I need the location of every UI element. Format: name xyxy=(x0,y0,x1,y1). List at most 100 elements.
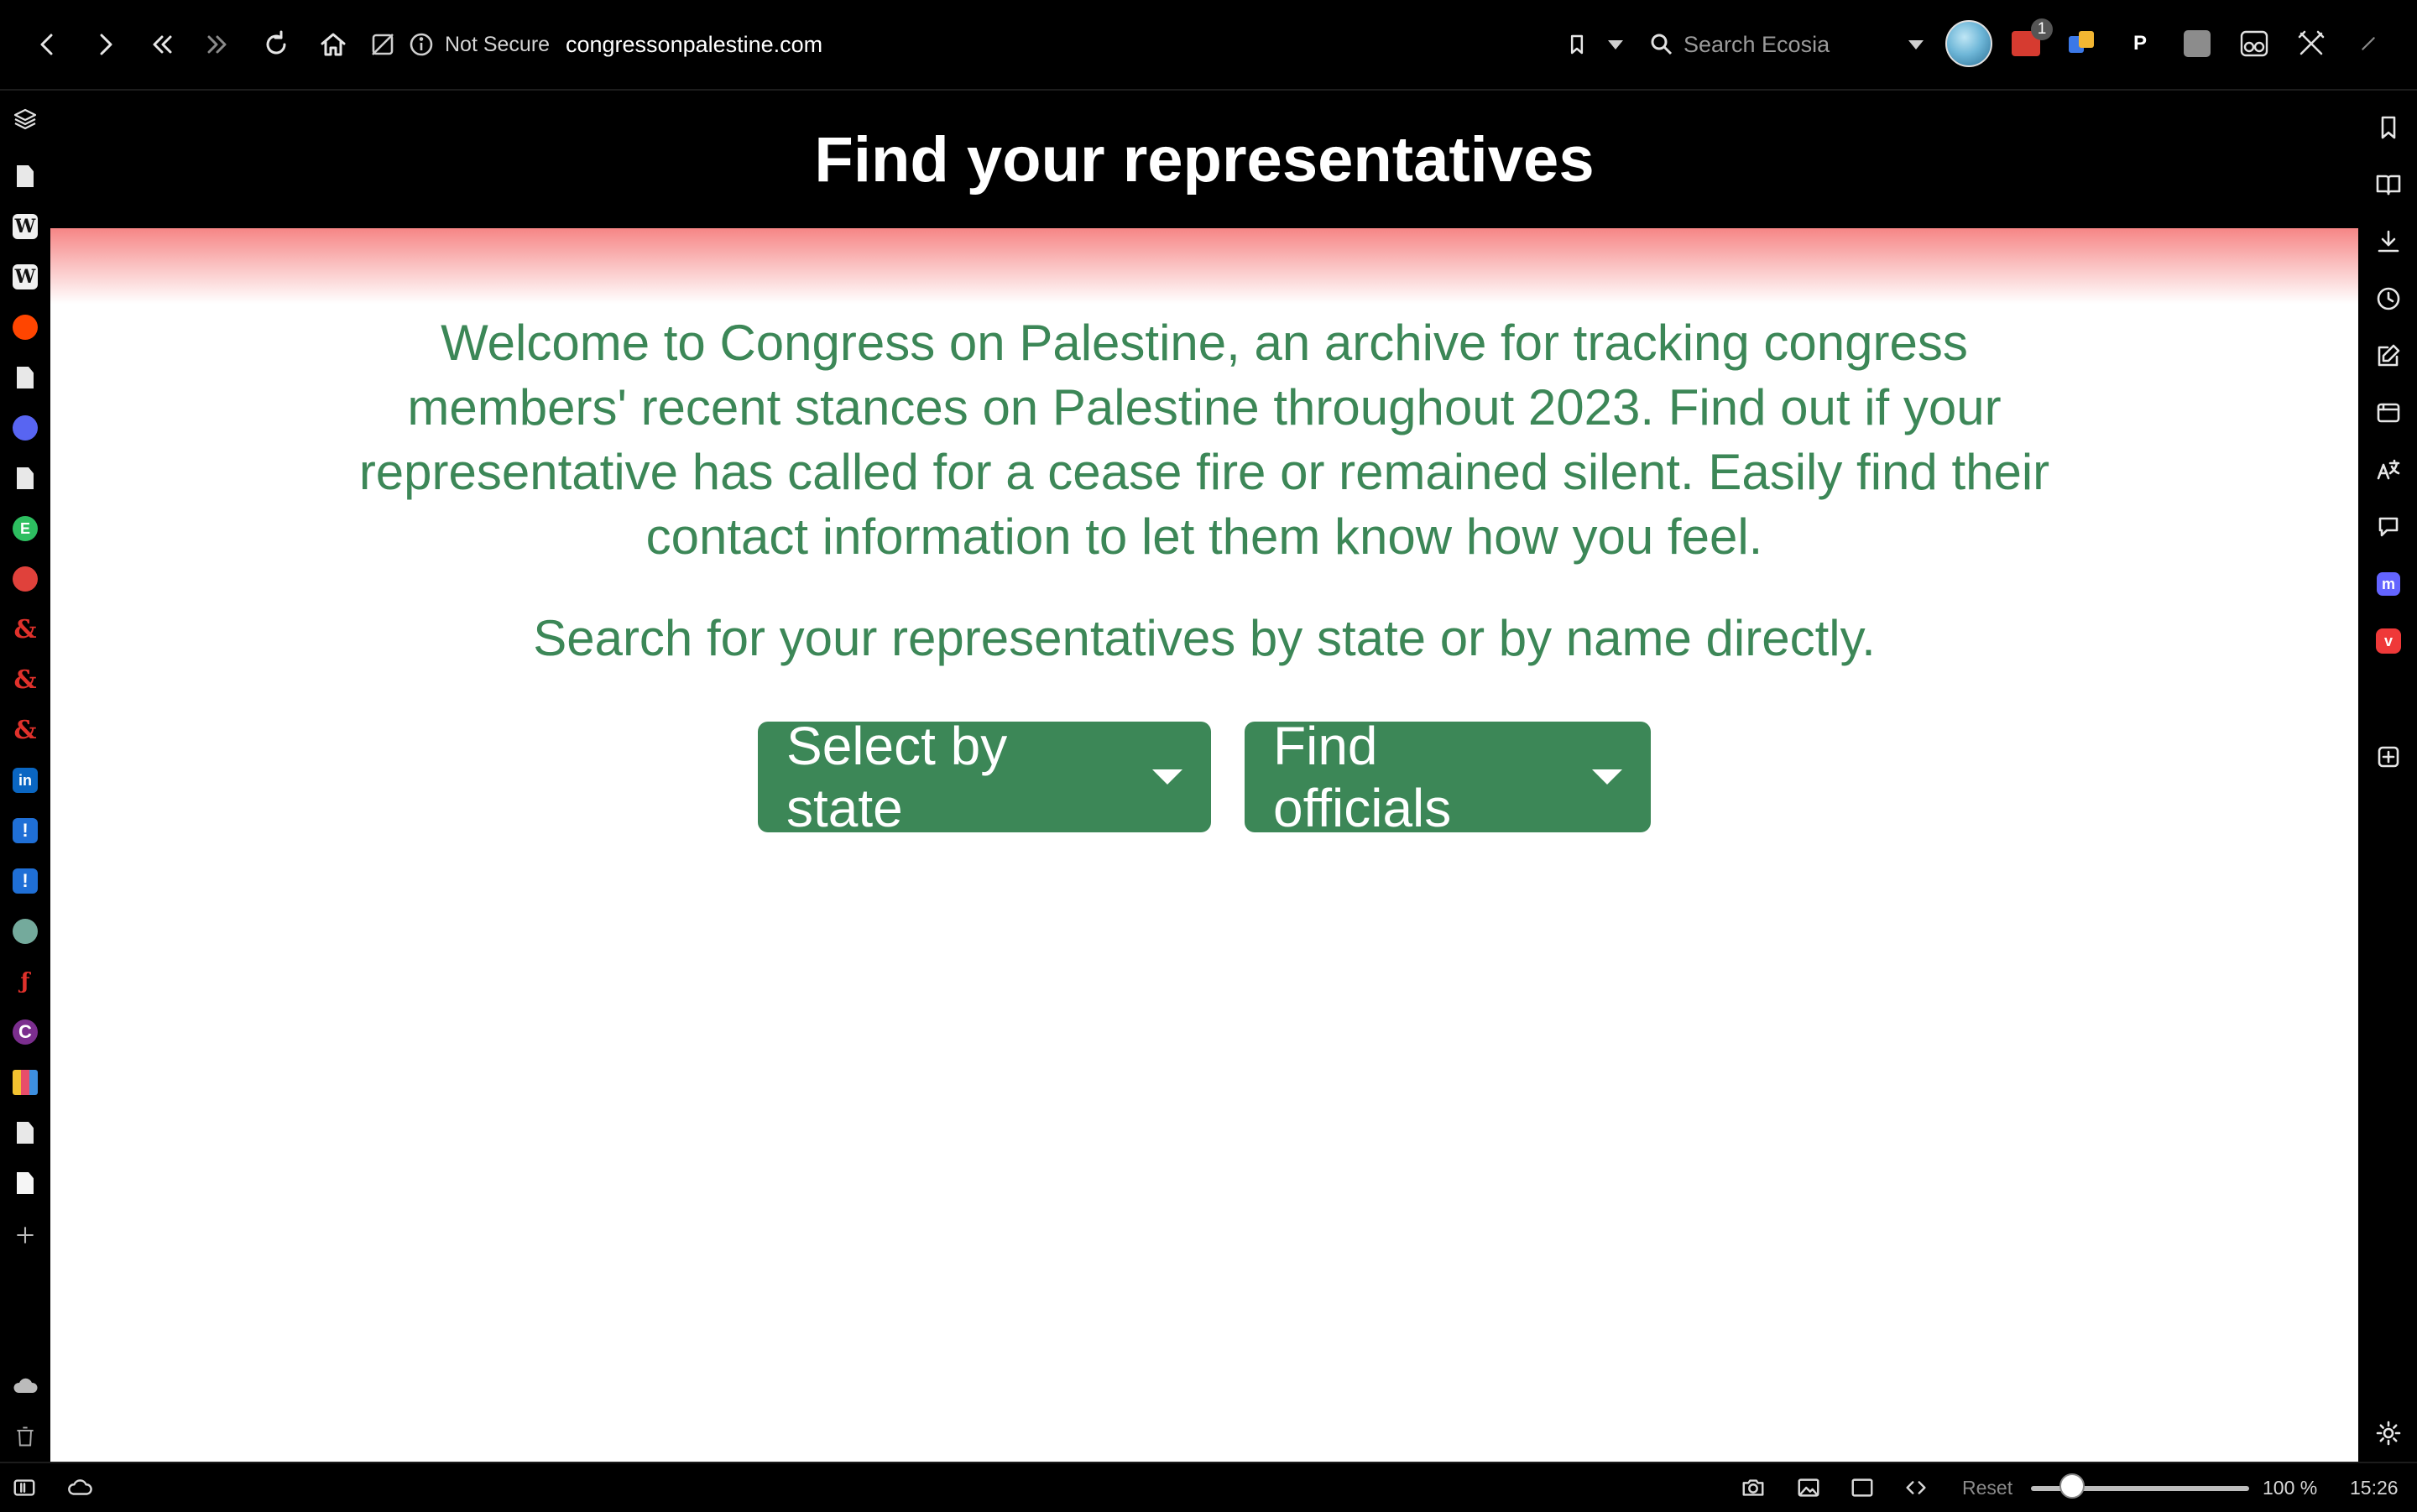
rewind-icon xyxy=(153,35,172,54)
fast-forward-button[interactable] xyxy=(196,23,238,65)
rewind-button[interactable] xyxy=(141,23,183,65)
bookmark-dropdown[interactable] xyxy=(1608,40,1623,50)
web-panel-evernote[interactable]: E xyxy=(8,512,42,545)
alert-icon: ! xyxy=(13,868,38,894)
web-panel-dnd-1[interactable]: & xyxy=(8,613,42,646)
select-by-state-label: Select by state xyxy=(786,716,1008,838)
web-panel-app-3[interactable]: C xyxy=(8,1015,42,1049)
home-button[interactable] xyxy=(312,23,354,65)
select-by-state-button[interactable]: Select by state xyxy=(758,716,1211,838)
cloud-icon xyxy=(68,1479,92,1495)
zoom-reset-label: Reset xyxy=(1962,1476,2013,1499)
avatar xyxy=(1945,20,1992,67)
search-instructions: Search for your representatives by state… xyxy=(533,610,1876,666)
panels-toggle[interactable] xyxy=(8,102,42,136)
vivaldi-panel-button[interactable]: v xyxy=(2372,624,2405,658)
zoom-level[interactable]: 100 % xyxy=(2263,1473,2317,1502)
web-panel-wikipedia-1[interactable]: W xyxy=(8,210,42,243)
web-panel-palette[interactable] xyxy=(8,1066,42,1099)
extension-gray[interactable] xyxy=(2174,20,2221,67)
web-panel-1[interactable] xyxy=(8,159,42,193)
web-panel-3[interactable] xyxy=(8,461,42,495)
web-panel-5[interactable] xyxy=(8,1166,42,1200)
extension-tools[interactable] xyxy=(2288,20,2335,67)
forward-button[interactable] xyxy=(84,23,126,65)
welcome-text: Welcome to Congress on Palestine, an arc… xyxy=(358,315,2050,565)
wikipedia-icon: W xyxy=(13,214,38,239)
panel-toggle-button[interactable] xyxy=(12,1473,37,1502)
vivaldi-icon: v xyxy=(2376,628,2401,654)
web-panel-reddit[interactable] xyxy=(8,310,42,344)
extension-pen[interactable] xyxy=(2345,20,2392,67)
caret-down-icon xyxy=(1152,769,1182,785)
mastodon-panel-button[interactable]: m xyxy=(2372,567,2405,601)
web-panel-dnd-3[interactable]: & xyxy=(8,713,42,747)
clock-label: 15:26 xyxy=(2350,1476,2399,1499)
settings-button[interactable] xyxy=(2372,1416,2405,1450)
zoom-reset-button[interactable]: Reset xyxy=(1962,1473,2012,1502)
developer-tools-button[interactable] xyxy=(1903,1473,1929,1502)
bookmark-page-button[interactable] xyxy=(1556,23,1598,65)
app-icon xyxy=(13,566,38,592)
web-panel-alert-2[interactable]: ! xyxy=(8,864,42,898)
search-engine-dropdown[interactable] xyxy=(1908,40,1924,50)
site-security-area[interactable] xyxy=(369,27,435,62)
search-field[interactable] xyxy=(1648,25,1900,64)
web-panel-dnd-2[interactable]: & xyxy=(8,663,42,696)
image-toggle-button[interactable] xyxy=(1796,1473,1821,1502)
web-panel-4[interactable] xyxy=(8,1116,42,1150)
web-panel-app-2[interactable]: ƒ xyxy=(8,965,42,998)
settings-icon xyxy=(2376,1421,2401,1446)
security-status-label[interactable]: Not Secure xyxy=(445,30,550,59)
history-button[interactable] xyxy=(2372,282,2405,315)
discord-icon xyxy=(13,415,38,441)
web-panel-openai[interactable] xyxy=(8,915,42,948)
openai-icon xyxy=(13,919,38,944)
capture-button[interactable] xyxy=(1741,1473,1766,1502)
web-panel-app-1[interactable] xyxy=(8,562,42,596)
page-tiling-button[interactable] xyxy=(1850,1473,1875,1502)
add-web-panel-button[interactable] xyxy=(8,1218,42,1252)
web-panel-wikipedia-2[interactable]: W xyxy=(8,260,42,294)
cloud-icon xyxy=(13,1378,38,1393)
linkedin-icon: in xyxy=(13,768,38,793)
bookmarks-panel-button[interactable] xyxy=(2372,111,2405,144)
bookmarks-icon xyxy=(2381,116,2396,139)
document-icon xyxy=(17,467,34,489)
document-icon xyxy=(17,1172,34,1194)
downloads-button[interactable] xyxy=(2372,225,2405,258)
profile-avatar[interactable] xyxy=(1945,20,1992,67)
page-title: Find your representatives xyxy=(814,123,1595,196)
panels-icon xyxy=(13,108,37,130)
web-page: Find your representatives Welcome to Con… xyxy=(50,91,2358,1462)
web-panel-2[interactable] xyxy=(8,361,42,394)
back-button[interactable] xyxy=(27,23,69,65)
reload-button[interactable] xyxy=(255,23,297,65)
extension-todo[interactable]: 1 xyxy=(2002,18,2053,67)
code-icon xyxy=(1906,1481,1926,1494)
tiling-icon xyxy=(1851,1478,1873,1497)
extension-reader[interactable] xyxy=(2231,20,2278,67)
window-panel-button[interactable] xyxy=(2372,396,2405,430)
sync-status-button[interactable] xyxy=(67,1473,92,1502)
web-panel-alert-1[interactable]: ! xyxy=(8,814,42,847)
search-input[interactable] xyxy=(1682,30,1895,59)
mastodon-icon: m xyxy=(2377,572,2400,596)
address-bar-url[interactable]: congressonpalestine.com xyxy=(566,29,822,60)
extension-translate[interactable] xyxy=(2058,20,2105,67)
panel-toggle-icon xyxy=(13,1479,35,1496)
document-icon xyxy=(17,165,34,187)
notes-icon xyxy=(2378,344,2400,367)
extension-p[interactable]: P xyxy=(2117,20,2164,67)
trash-button[interactable] xyxy=(8,1420,42,1453)
translate-panel-button[interactable] xyxy=(2372,453,2405,487)
sync-button[interactable] xyxy=(8,1369,42,1403)
find-officials-button[interactable]: Find officials xyxy=(1245,716,1651,838)
chat-panel-button[interactable] xyxy=(2372,510,2405,544)
zoom-slider-thumb[interactable] xyxy=(2059,1473,2085,1499)
web-panel-linkedin[interactable]: in xyxy=(8,764,42,797)
reading-list-button[interactable] xyxy=(2372,168,2405,201)
notes-button[interactable] xyxy=(2372,339,2405,373)
web-panel-discord[interactable] xyxy=(8,411,42,445)
add-panel-button[interactable] xyxy=(2372,740,2405,774)
